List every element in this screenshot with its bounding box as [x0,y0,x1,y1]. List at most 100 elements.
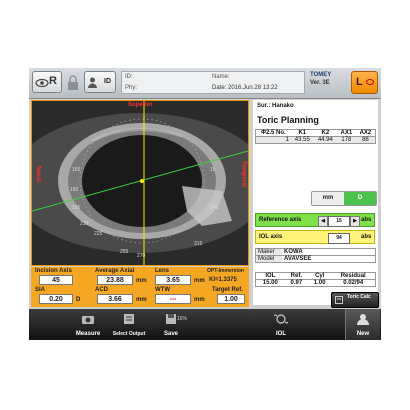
superior-label: Superior [128,102,153,108]
table-header: AX2 [359,130,372,136]
iol-axis-label: IOL axis [259,234,283,240]
brand-name: TOMEY [310,72,332,78]
sia-unit: D [76,297,81,303]
id-label: ID: [125,74,133,80]
incision-axis-label: Incision Axis [35,268,72,274]
table-header: IOL [265,273,276,279]
name-label: Name: [212,74,230,80]
new-patient-icon [357,314,369,325]
table-header: Φ2.5 No. [261,130,286,136]
table-cell: 15.00 [262,280,278,286]
table-header: Ref. [290,273,302,279]
angle-label: 315 [194,241,203,247]
iol-button[interactable]: IOL [259,309,303,340]
target-ref-value[interactable]: 1.00 [217,294,245,304]
mm-unit: mm [194,297,205,303]
reference-axis-input[interactable]: 15 [328,216,350,227]
left-eye-label: L [356,76,363,88]
sia-value[interactable]: 0.20 [39,294,73,304]
lens-value: 3.65 [155,275,191,285]
left-eye-button[interactable]: L [351,71,378,94]
incision-axis-value[interactable]: 45 [39,275,73,285]
angle-label: 345 [210,205,219,211]
select-output-label: Select Output [112,331,146,337]
eye-image[interactable]: Superior Nasal Temporal 270 225 255 180 … [31,100,249,266]
maker-value: KOWA [284,249,303,255]
toric-calc-label: Toric Calc [347,294,371,300]
table-header: K2 [321,130,330,136]
average-axial-label: Average Axial [95,268,135,274]
table-cell: 43.55 [294,137,310,143]
unit-toggle: mm D [311,191,377,206]
mm-unit: mm [136,297,147,303]
table-cell: 0.97 [290,280,303,286]
temporal-label: Temporal [240,160,247,188]
model-value: AVAVSEE [284,256,312,262]
iol-axis-input[interactable]: 94 [328,233,350,244]
patient-info-box: ID: Name: Phy: Date: 2016.Jun.28 13:22 [121,71,305,94]
save-icon [166,314,176,324]
table-cell: 0.02/94 [343,280,364,286]
unit-mm-button[interactable]: mm [312,192,344,205]
acd-label: ACD [95,287,108,293]
new-button[interactable]: New [345,309,380,340]
panel-title: Toric Planning [257,115,319,125]
reference-axis-label: Reference axis [259,217,302,223]
angle-label: 270 [137,253,146,259]
mm-unit: mm [136,278,147,284]
abs-label: abs [361,234,372,240]
wtw-value: --- [155,294,191,304]
right-eye-button[interactable]: R [32,71,62,93]
opt-immersion-label: OPT-Immersion [207,268,244,274]
toric-planning-panel: Sur.: Hanako Toric Planning Φ2.5 No. K1 … [253,100,378,305]
brand-logo: TOMEY Ver. 3E [310,72,331,86]
iol-label: IOL [276,331,286,337]
increase-arrow-button[interactable]: ▶ [350,216,360,227]
footer-toolbar: Measure Select Output 15% Save IOL New [29,309,381,340]
maker-label: Maker [255,248,282,256]
right-eye-label: R [49,75,57,87]
surgeon-label: Sur.: Hanako [257,103,294,109]
table-header: Residual [340,273,366,279]
abs-label: abs [361,217,372,223]
camera-icon [82,316,94,324]
reference-axis-row: Reference axis ◀ 15 ▶ abs [255,213,375,227]
save-button[interactable]: 15% Save [151,309,191,340]
user-icon [88,77,97,88]
physician-label: Phy: [125,85,138,91]
angle-label: 210 [80,221,89,227]
nasal-label: Nasal [35,165,42,183]
date-text: Date: 2016.Jun.28 13:22 [212,85,278,91]
table-cell: 44.94 [317,137,333,143]
sia-label: SIA [35,287,46,293]
target-ref-label: Target Ref. [212,287,243,293]
table-header: Cyl [315,273,325,279]
lens-label: Lens [155,268,170,274]
angle-label: 195 [72,205,81,211]
unit-d-button[interactable]: D [344,192,376,205]
mm-unit: mm [194,278,205,284]
eye-image-svg [32,101,248,265]
patient-id-button[interactable]: ID [84,71,116,93]
ki-label: KI=1.3375 [209,277,237,283]
angle-label: 15 [210,167,216,173]
keratometry-table: Φ2.5 No. K1 K2 AX1 AX2 1 43.55 44.94 178… [255,129,376,144]
toric-planning-screen: R ID ID: Name: Phy: Date: 2016.Jun.28 13… [29,68,381,340]
average-axial-value: 23.88 [97,275,133,285]
angle-label: 225 [94,231,103,237]
table-cell: 178 [341,137,352,143]
iol-lens-icon [274,314,288,324]
wtw-label: WTW [155,287,170,293]
save-label: Save [163,331,178,337]
measure-label: Measure [75,331,101,337]
measure-button[interactable]: Measure [69,309,107,340]
table-cell: 88 [362,137,369,143]
iol-result-table: IOL Ref. Cyl Residual 15.00 0.97 1.00 0.… [255,272,376,287]
version-text: Ver. 3E [310,80,330,86]
save-progress-text: 15% [176,316,187,322]
select-output-button[interactable]: Select Output [109,309,149,340]
acd-value: 3.66 [97,294,133,304]
lock-icon[interactable] [67,75,79,91]
toric-calc-button[interactable]: Toric Calc [331,292,379,308]
decrease-arrow-button[interactable]: ◀ [318,216,328,227]
